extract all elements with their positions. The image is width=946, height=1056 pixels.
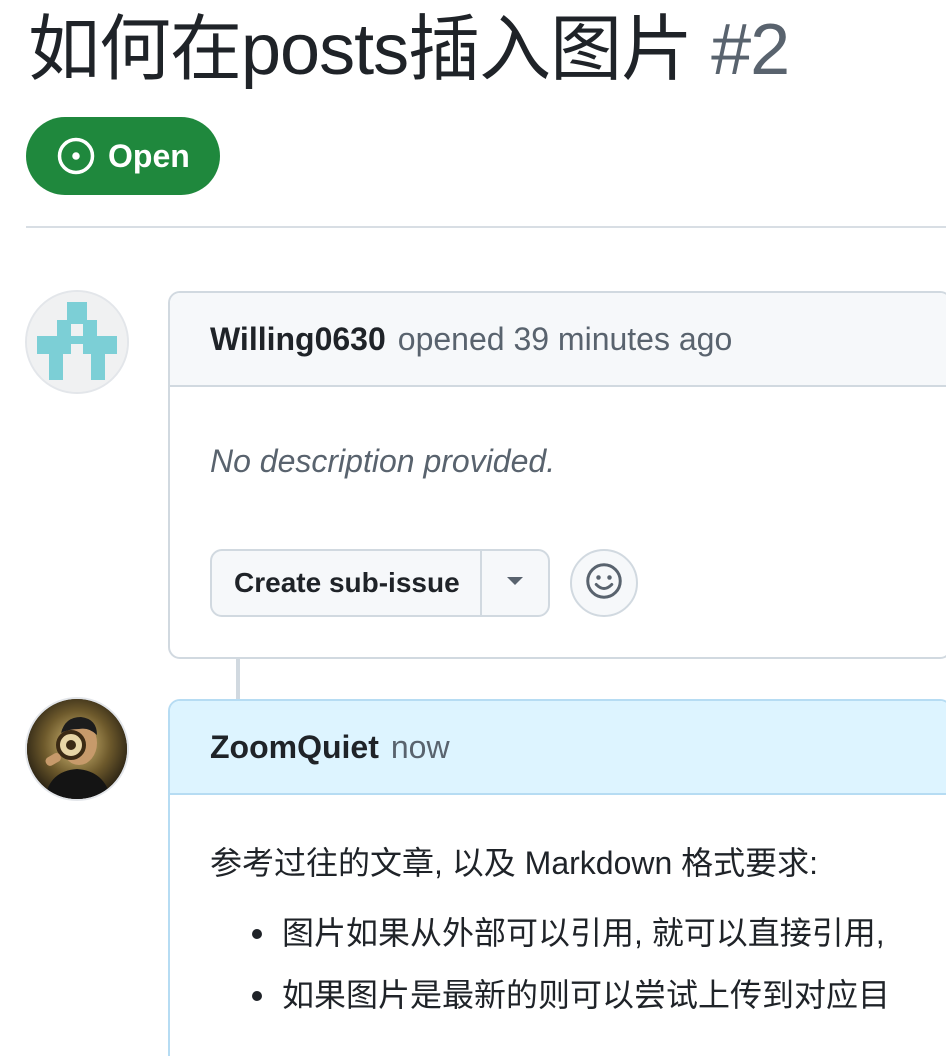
comment-author-link[interactable]: ZoomQuiet (210, 729, 379, 766)
comment-body: No description provided. (170, 443, 946, 479)
avatar[interactable] (25, 697, 129, 801)
bullet-dot (252, 991, 262, 1001)
create-sub-issue-button-group: Create sub-issue (210, 549, 550, 617)
create-sub-issue-dropdown-button[interactable] (479, 551, 548, 615)
comment-actions: Create sub-issue (210, 549, 638, 617)
issue-comment: ZoomQuiet now 参考过往的文章, 以及 Markdown 格式要求:… (168, 699, 946, 1056)
comment-header: Willing0630 opened 39 minutes ago (170, 293, 946, 387)
comment-timestamp[interactable]: now (391, 729, 450, 766)
header-divider (26, 226, 946, 228)
avatar[interactable] (25, 290, 129, 394)
comment-header: ZoomQuiet now (170, 701, 946, 795)
list-item-text: 如果图片是最新的则可以尝试上传到对应目 (282, 977, 891, 1013)
list-item-text: 图片如果从外部可以引用, 就可以直接引用, (282, 915, 885, 951)
issue-title: 如何在posts插入图片 #2 (28, 4, 790, 96)
photo-avatar-icon (27, 699, 127, 799)
status-badge: Open (26, 117, 220, 195)
comment-author-link[interactable]: Willing0630 (210, 321, 386, 358)
list-item: 如果图片是最新的则可以尝试上传到对应目 (248, 975, 946, 1015)
issue-title-text: 如何在posts插入图片 (28, 10, 693, 90)
comment-body: 参考过往的文章, 以及 Markdown 格式要求: 图片如果从外部可以引用, … (170, 843, 946, 1015)
bullet-dot (252, 929, 262, 939)
empty-description: No description provided. (210, 443, 556, 479)
identicon-avatar-icon (27, 292, 127, 392)
smiley-icon (584, 561, 624, 606)
triangle-down-icon (505, 574, 525, 592)
issue-number: #2 (711, 10, 790, 90)
comment-text: 参考过往的文章, 以及 Markdown 格式要求: (210, 845, 819, 881)
status-label: Open (108, 137, 190, 174)
issue-opened-icon (56, 136, 96, 176)
add-reaction-button[interactable] (569, 549, 638, 617)
comment-timestamp[interactable]: opened 39 minutes ago (398, 321, 732, 358)
timeline-connector (236, 656, 240, 702)
create-sub-issue-button[interactable]: Create sub-issue (212, 551, 480, 615)
comment-bullet-list: 图片如果从外部可以引用, 就可以直接引用, 如果图片是最新的则可以尝试上传到对应… (210, 913, 946, 1015)
list-item: 图片如果从外部可以引用, 就可以直接引用, (248, 913, 946, 953)
issue-page: 如何在posts插入图片 #2 Open Willing0630 opened … (0, 0, 946, 1056)
issue-opening-comment: Willing0630 opened 39 minutes ago No des… (168, 291, 946, 659)
